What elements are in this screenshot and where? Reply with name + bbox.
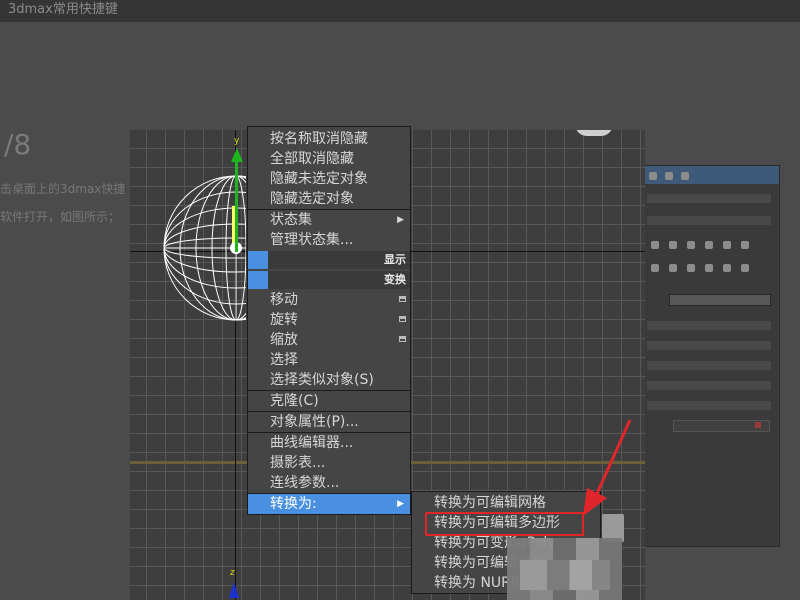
menu-item-object-properties[interactable]: 对象属性(P)... xyxy=(248,412,410,432)
panel-row xyxy=(647,194,771,203)
background-text-line: 软件打开，如图所示； xyxy=(0,210,121,224)
menu-item-wire-parameters[interactable]: 连线参数... xyxy=(248,473,410,493)
menu-item-unhide-by-name[interactable]: 按名称取消隐藏 xyxy=(248,129,410,149)
panel-row xyxy=(647,361,771,370)
menu-item-move[interactable]: 移动 xyxy=(248,290,410,310)
gizmo-z-arrow-icon xyxy=(229,582,239,598)
panel-row xyxy=(647,381,771,390)
menu-item-select-similar[interactable]: 选择类似对象(S) xyxy=(248,370,410,390)
quad-header-transform: 变换 xyxy=(248,271,410,289)
axis-label-z: z xyxy=(230,568,235,578)
panel-icon xyxy=(723,264,731,272)
menu-item-clone[interactable]: 克隆(C) xyxy=(248,391,410,411)
panel-icon xyxy=(651,241,659,249)
panel-icon xyxy=(651,264,659,272)
menu-item-convert-to[interactable]: 转换为: ▶ xyxy=(248,494,410,514)
menu-item-dope-sheet[interactable]: 摄影表... xyxy=(248,453,410,473)
annotation-arrow-icon xyxy=(583,419,632,516)
menu-item-state-sets[interactable]: 状态集 ▶ xyxy=(248,210,410,230)
annotation-highlight-box xyxy=(425,512,584,536)
panel-icon xyxy=(687,241,695,249)
panel-dropdown xyxy=(669,294,771,306)
command-panel-titlebar xyxy=(641,166,779,184)
panel-icon xyxy=(705,241,713,249)
panel-row xyxy=(647,321,771,330)
panel-icon xyxy=(681,172,689,180)
menu-item-rotate[interactable]: 旋转 xyxy=(248,310,410,330)
menu-item-select[interactable]: 选择 xyxy=(248,350,410,370)
quad-color-swatch xyxy=(248,251,268,269)
panel-icon xyxy=(741,264,749,272)
panel-color-swatch xyxy=(755,422,761,428)
panel-icon xyxy=(669,241,677,249)
options-box-icon[interactable] xyxy=(399,296,406,302)
panel-icon xyxy=(669,264,677,272)
panel-icon xyxy=(705,264,713,272)
panel-icon xyxy=(741,241,749,249)
panel-row xyxy=(647,401,771,410)
options-box-icon[interactable] xyxy=(399,336,406,342)
pixelated-watermark xyxy=(520,560,610,590)
panel-icon xyxy=(649,172,657,180)
gizmo-y-axis[interactable] xyxy=(235,162,238,252)
viewport-object-edge xyxy=(575,130,613,136)
panel-row xyxy=(647,216,771,225)
submenu-item-editable-mesh[interactable]: 转换为可编辑网格 xyxy=(412,493,600,513)
gizmo-y-arrow-icon[interactable] xyxy=(231,148,243,162)
background-text-line: 击桌面上的3dmax快捷 xyxy=(0,182,126,196)
axis-label-y: y xyxy=(234,136,240,146)
menu-item-hide-selection[interactable]: 隐藏选定对象 xyxy=(248,189,410,209)
quad-color-swatch xyxy=(248,271,268,289)
quad-header-display: 显示 xyxy=(248,251,410,269)
background-step-number: /8 xyxy=(4,128,32,161)
menu-item-unhide-all[interactable]: 全部取消隐藏 xyxy=(248,149,410,169)
background-header: 3dmax常用快捷键 xyxy=(0,0,800,22)
submenu-arrow-icon: ▶ xyxy=(397,215,404,225)
panel-icon xyxy=(665,172,673,180)
command-panel xyxy=(640,165,780,547)
menu-item-scale[interactable]: 缩放 xyxy=(248,330,410,350)
options-box-icon[interactable] xyxy=(399,316,406,322)
menu-item-hide-unselected[interactable]: 隐藏未选定对象 xyxy=(248,169,410,189)
menu-item-curve-editor[interactable]: 曲线编辑器... xyxy=(248,433,410,453)
menu-item-manage-state-sets[interactable]: 管理状态集... xyxy=(248,230,410,250)
panel-row xyxy=(647,341,771,350)
panel-icon xyxy=(723,241,731,249)
quad-menu: 按名称取消隐藏 全部取消隐藏 隐藏未选定对象 隐藏选定对象 状态集 ▶ 管理状态集… xyxy=(247,126,411,515)
submenu-arrow-icon: ▶ xyxy=(397,499,404,509)
panel-icon xyxy=(687,264,695,272)
background-header-text: 3dmax常用快捷键 xyxy=(8,2,118,17)
